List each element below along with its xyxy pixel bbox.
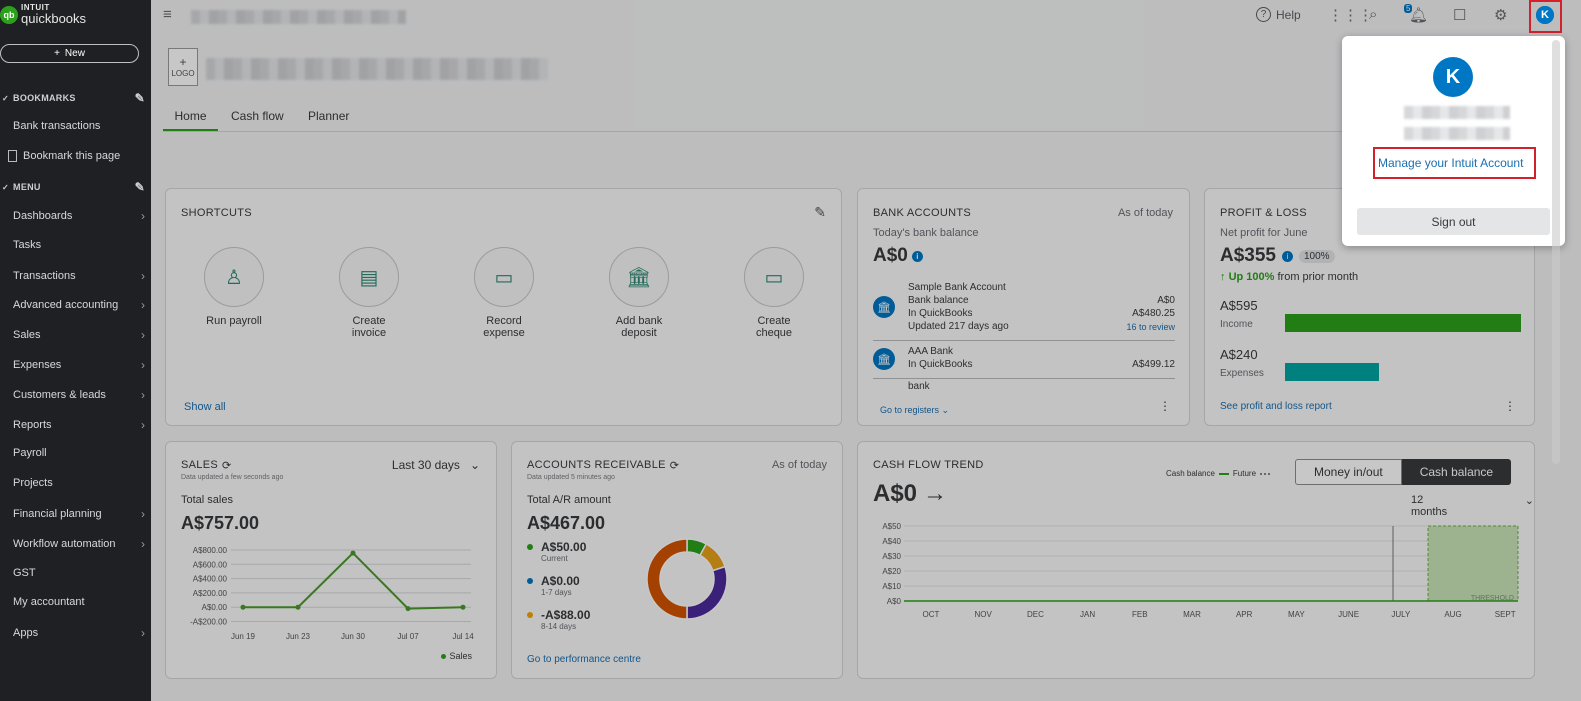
sidebar-item-projects[interactable]: Projects xyxy=(13,477,145,489)
chevron-right-icon: › xyxy=(141,626,145,641)
chevron-right-icon: › xyxy=(141,209,145,223)
chevron-down-icon: ✓ xyxy=(2,93,10,103)
menu-heading-label: MENU xyxy=(13,182,41,192)
chevron-right-icon: › xyxy=(141,268,145,283)
sidebar-item-tasks[interactable]: Tasks xyxy=(13,239,145,251)
sidebar-item-expenses[interactable]: Expenses › xyxy=(13,358,145,372)
bookmark-icon xyxy=(8,150,17,162)
popup-avatar: K xyxy=(1433,57,1473,97)
chevron-right-icon: › xyxy=(141,358,145,372)
new-button-label: New xyxy=(64,48,85,59)
bookmarks-heading[interactable]: ✓ BOOKMARKS ✎ xyxy=(2,91,145,105)
account-popover: K Manage your Intuit Account Sign out xyxy=(1342,36,1565,246)
sidebar-item-customers-leads[interactable]: Customers & leads › xyxy=(13,388,145,402)
bookmark-this-page[interactable]: Bookmark this page xyxy=(8,150,140,162)
chevron-right-icon: › xyxy=(141,387,145,402)
qb-logo-mark: qb xyxy=(0,5,18,24)
sidebar-item-label: Reports xyxy=(13,418,52,431)
sidebar-item-apps[interactable]: Apps › xyxy=(13,626,145,640)
sidebar-item-label: Customers & leads xyxy=(13,388,106,401)
sidebar-item-label: My accountant xyxy=(13,596,85,609)
sidebar-item-reports[interactable]: Reports › xyxy=(13,418,145,432)
chevron-right-icon: › xyxy=(141,417,145,432)
quickbooks-wordmark: quickbooks xyxy=(21,11,87,26)
sidebar-item-label: Expenses xyxy=(13,359,62,371)
sidebar-item-label: Dashboards xyxy=(13,210,73,222)
quickbooks-logo[interactable]: qb INTUIT quickbooks xyxy=(0,4,86,25)
sidebar-item-label: Tasks xyxy=(13,238,42,251)
sidebar-item-financial-planning[interactable]: Financial planning › xyxy=(13,507,145,521)
user-name-redacted xyxy=(1404,106,1510,119)
menu-heading[interactable]: ✓ MENU ✎ xyxy=(2,180,145,194)
manage-intuit-account-link[interactable]: Manage your Intuit Account xyxy=(1378,156,1523,170)
sidebar-item-label: Sales xyxy=(13,329,41,342)
bookmarks-heading-label: BOOKMARKS xyxy=(13,93,76,103)
chevron-right-icon: › xyxy=(141,507,145,521)
sidebar-item-payroll[interactable]: Payroll xyxy=(13,447,145,459)
bookmark-bank-transactions[interactable]: Bank transactions xyxy=(13,120,145,132)
sidebar-item-label: Apps xyxy=(13,627,39,640)
sidebar-item-dashboards[interactable]: Dashboards › xyxy=(13,209,145,223)
new-button[interactable]: + New xyxy=(0,44,139,63)
plus-icon: + xyxy=(54,48,60,59)
sidebar-item-label: GST xyxy=(13,566,36,579)
sidebar-item-label: Financial planning xyxy=(13,508,102,520)
sidebar-item-label: Projects xyxy=(13,477,53,490)
sidebar-item-sales[interactable]: Sales › xyxy=(13,328,145,342)
sidebar-item-transactions[interactable]: Transactions › xyxy=(13,269,145,283)
sign-out-button[interactable]: Sign out xyxy=(1357,208,1550,235)
edit-pencil-icon[interactable]: ✎ xyxy=(135,180,145,194)
chevron-right-icon: › xyxy=(141,536,145,551)
sidebar: qb INTUIT quickbooks + New ✓ BOOKMARKS ✎ Ba… xyxy=(0,0,151,701)
bookmark-this-page-label: Bookmark this page xyxy=(23,150,121,162)
chevron-down-icon: ✓ xyxy=(2,182,10,192)
sidebar-item-workflow-automation[interactable]: Workflow automation › xyxy=(13,537,145,551)
bookmark-label: Bank transactions xyxy=(13,120,101,132)
sidebar-item-label: Transactions xyxy=(13,269,76,282)
user-email-redacted xyxy=(1404,127,1510,140)
sidebar-item-label: Workflow automation xyxy=(13,537,116,550)
sidebar-item-label: Advanced accounting xyxy=(13,299,119,312)
sidebar-item-label: Payroll xyxy=(13,447,47,460)
chevron-right-icon: › xyxy=(141,298,145,313)
edit-pencil-icon[interactable]: ✎ xyxy=(135,91,145,105)
chevron-right-icon: › xyxy=(141,328,145,343)
sidebar-item-gst[interactable]: GST xyxy=(13,567,145,579)
profile-avatar-highlighted[interactable]: K xyxy=(1536,6,1554,24)
sidebar-item-my-accountant[interactable]: My accountant xyxy=(13,596,145,608)
sidebar-item-advanced-accounting[interactable]: Advanced accounting › xyxy=(13,298,145,312)
scrollbar[interactable] xyxy=(1552,40,1560,464)
